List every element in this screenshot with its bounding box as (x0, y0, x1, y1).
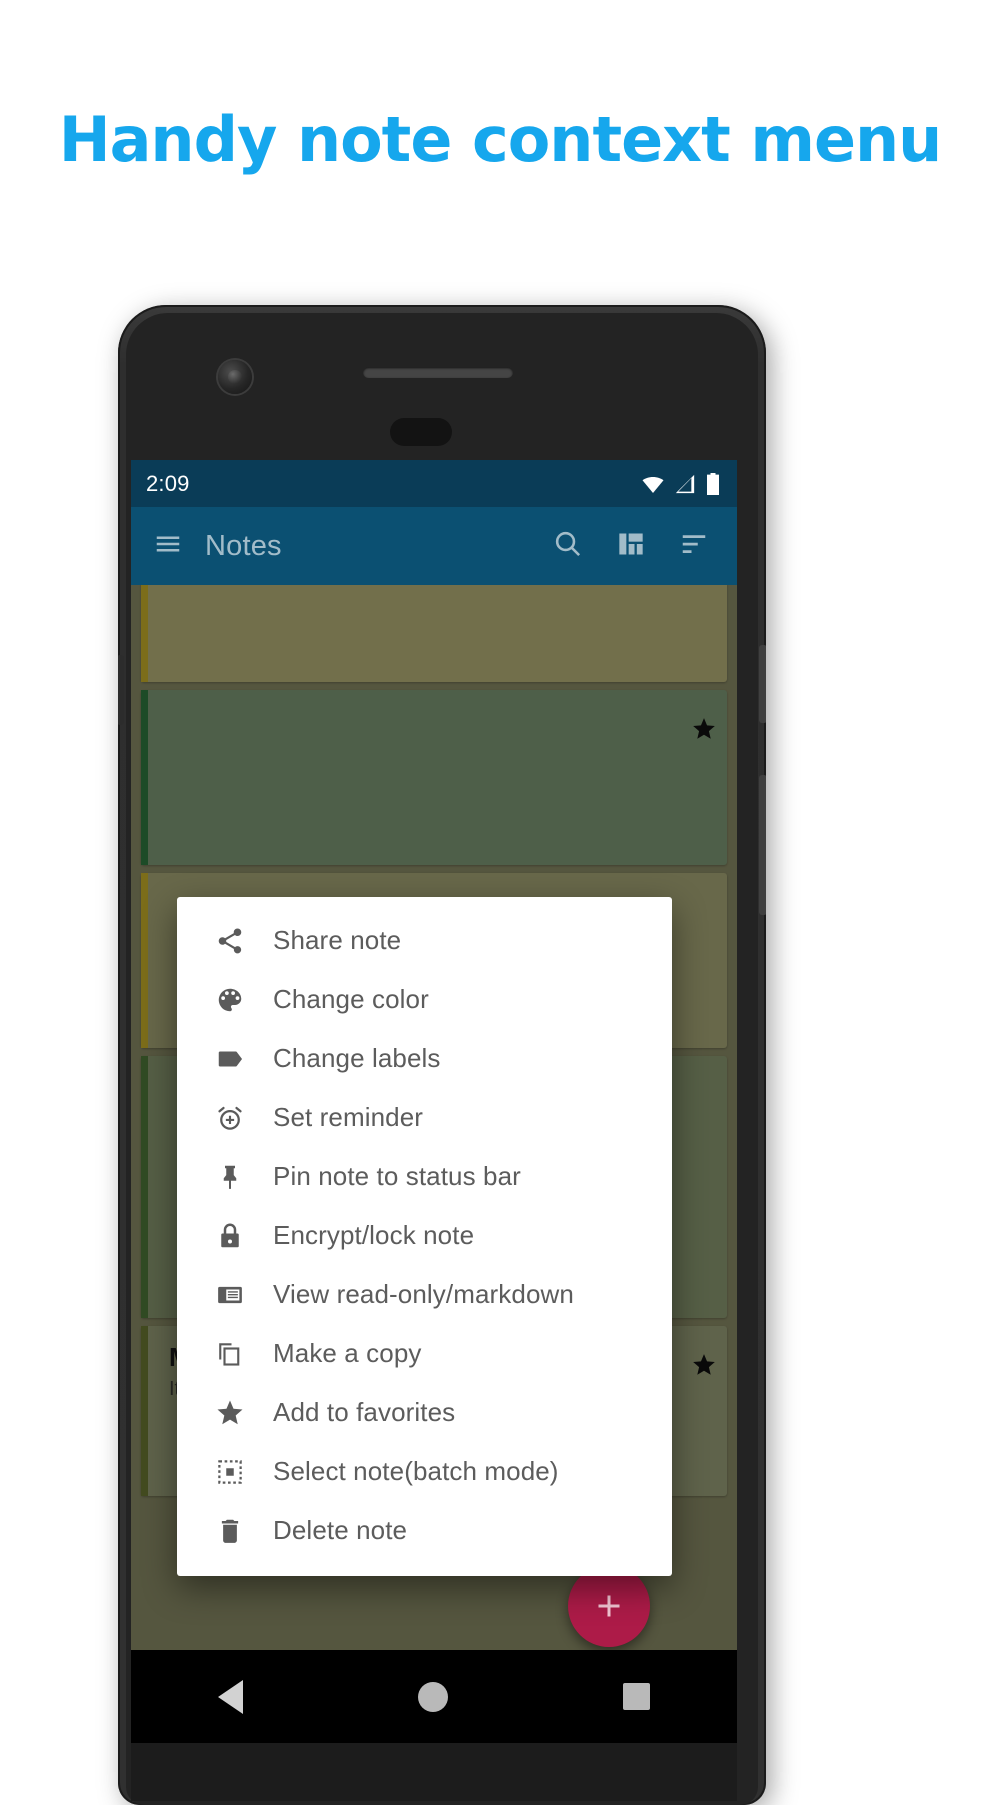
alarm-add-icon (215, 1103, 259, 1133)
signal-icon (675, 474, 695, 493)
menu-item-share-note[interactable]: Share note (177, 911, 672, 970)
menu-item-label: Select note(batch mode) (273, 1456, 559, 1486)
search-icon[interactable] (552, 528, 583, 564)
android-nav-bar (131, 1650, 737, 1743)
phone-power-button (759, 645, 766, 723)
page-title: Handy note context menu (58, 103, 943, 176)
menu-item-label: Set reminder (273, 1102, 424, 1132)
phone-volume-button (759, 775, 766, 915)
trash-icon (215, 1516, 259, 1546)
palette-icon (215, 985, 259, 1015)
status-bar-clock: 2:09 (146, 470, 190, 496)
phone-mockup: My supersecret journal It's very top sec… (118, 305, 766, 1805)
menu-item-make-copy[interactable]: Make a copy (177, 1324, 672, 1383)
menu-item-select-batch[interactable]: Select note(batch mode) (177, 1442, 672, 1501)
menu-item-label: Change color (273, 984, 429, 1014)
front-camera-icon (218, 360, 252, 394)
back-triangle-icon[interactable] (218, 1679, 244, 1714)
layout-grid-icon[interactable] (617, 530, 645, 563)
menu-item-label: Change labels (273, 1043, 441, 1073)
phone-chin (131, 1743, 737, 1801)
menu-item-label: Make a copy (273, 1338, 422, 1368)
hamburger-menu-icon[interactable] (153, 529, 183, 564)
app-bar-title: Notes (205, 529, 282, 562)
share-icon (215, 926, 259, 956)
menu-item-encrypt-note[interactable]: Encrypt/lock note (177, 1206, 672, 1265)
copy-icon (215, 1339, 259, 1369)
wifi-icon (642, 476, 664, 493)
menu-item-delete-note[interactable]: Delete note (177, 1501, 672, 1560)
menu-item-add-favorites[interactable]: Add to favorites (177, 1383, 672, 1442)
menu-item-view-readonly[interactable]: View read-only/markdown (177, 1265, 672, 1324)
menu-item-pin-note[interactable]: Pin note to status bar (177, 1147, 672, 1206)
sensor-dot (390, 418, 452, 446)
menu-item-set-reminder[interactable]: Set reminder (177, 1088, 672, 1147)
menu-item-label: View read-only/markdown (273, 1279, 574, 1309)
status-bar: 2:09 (131, 460, 737, 507)
menu-item-label: Pin note to status bar (273, 1161, 521, 1191)
recents-square-icon[interactable] (622, 1683, 650, 1710)
home-circle-icon[interactable] (417, 1681, 448, 1712)
menu-item-label: Add to favorites (273, 1397, 456, 1427)
pushpin-icon (215, 1162, 259, 1192)
label-tag-icon (215, 1044, 259, 1074)
battery-icon (707, 472, 719, 495)
select-dashed-icon (215, 1457, 259, 1487)
menu-item-label: Encrypt/lock note (273, 1220, 475, 1250)
menu-item-change-color[interactable]: Change color (177, 970, 672, 1029)
add-note-fab[interactable] (568, 1565, 650, 1647)
menu-item-label: Share note (273, 925, 402, 955)
app-bar: Notes (131, 507, 737, 585)
earpiece-speaker (363, 367, 513, 378)
article-icon (215, 1280, 259, 1310)
phone-left-button (118, 655, 124, 725)
note-context-menu[interactable]: Share note Change color Change labels Se… (177, 897, 672, 1576)
phone-screen: My supersecret journal It's very top sec… (131, 460, 737, 1650)
star-icon (215, 1398, 259, 1428)
menu-item-change-labels[interactable]: Change labels (177, 1029, 672, 1088)
menu-item-label: Delete note (273, 1515, 408, 1545)
plus-icon (598, 1595, 620, 1617)
sort-icon[interactable] (679, 529, 709, 564)
lock-icon (215, 1221, 259, 1251)
